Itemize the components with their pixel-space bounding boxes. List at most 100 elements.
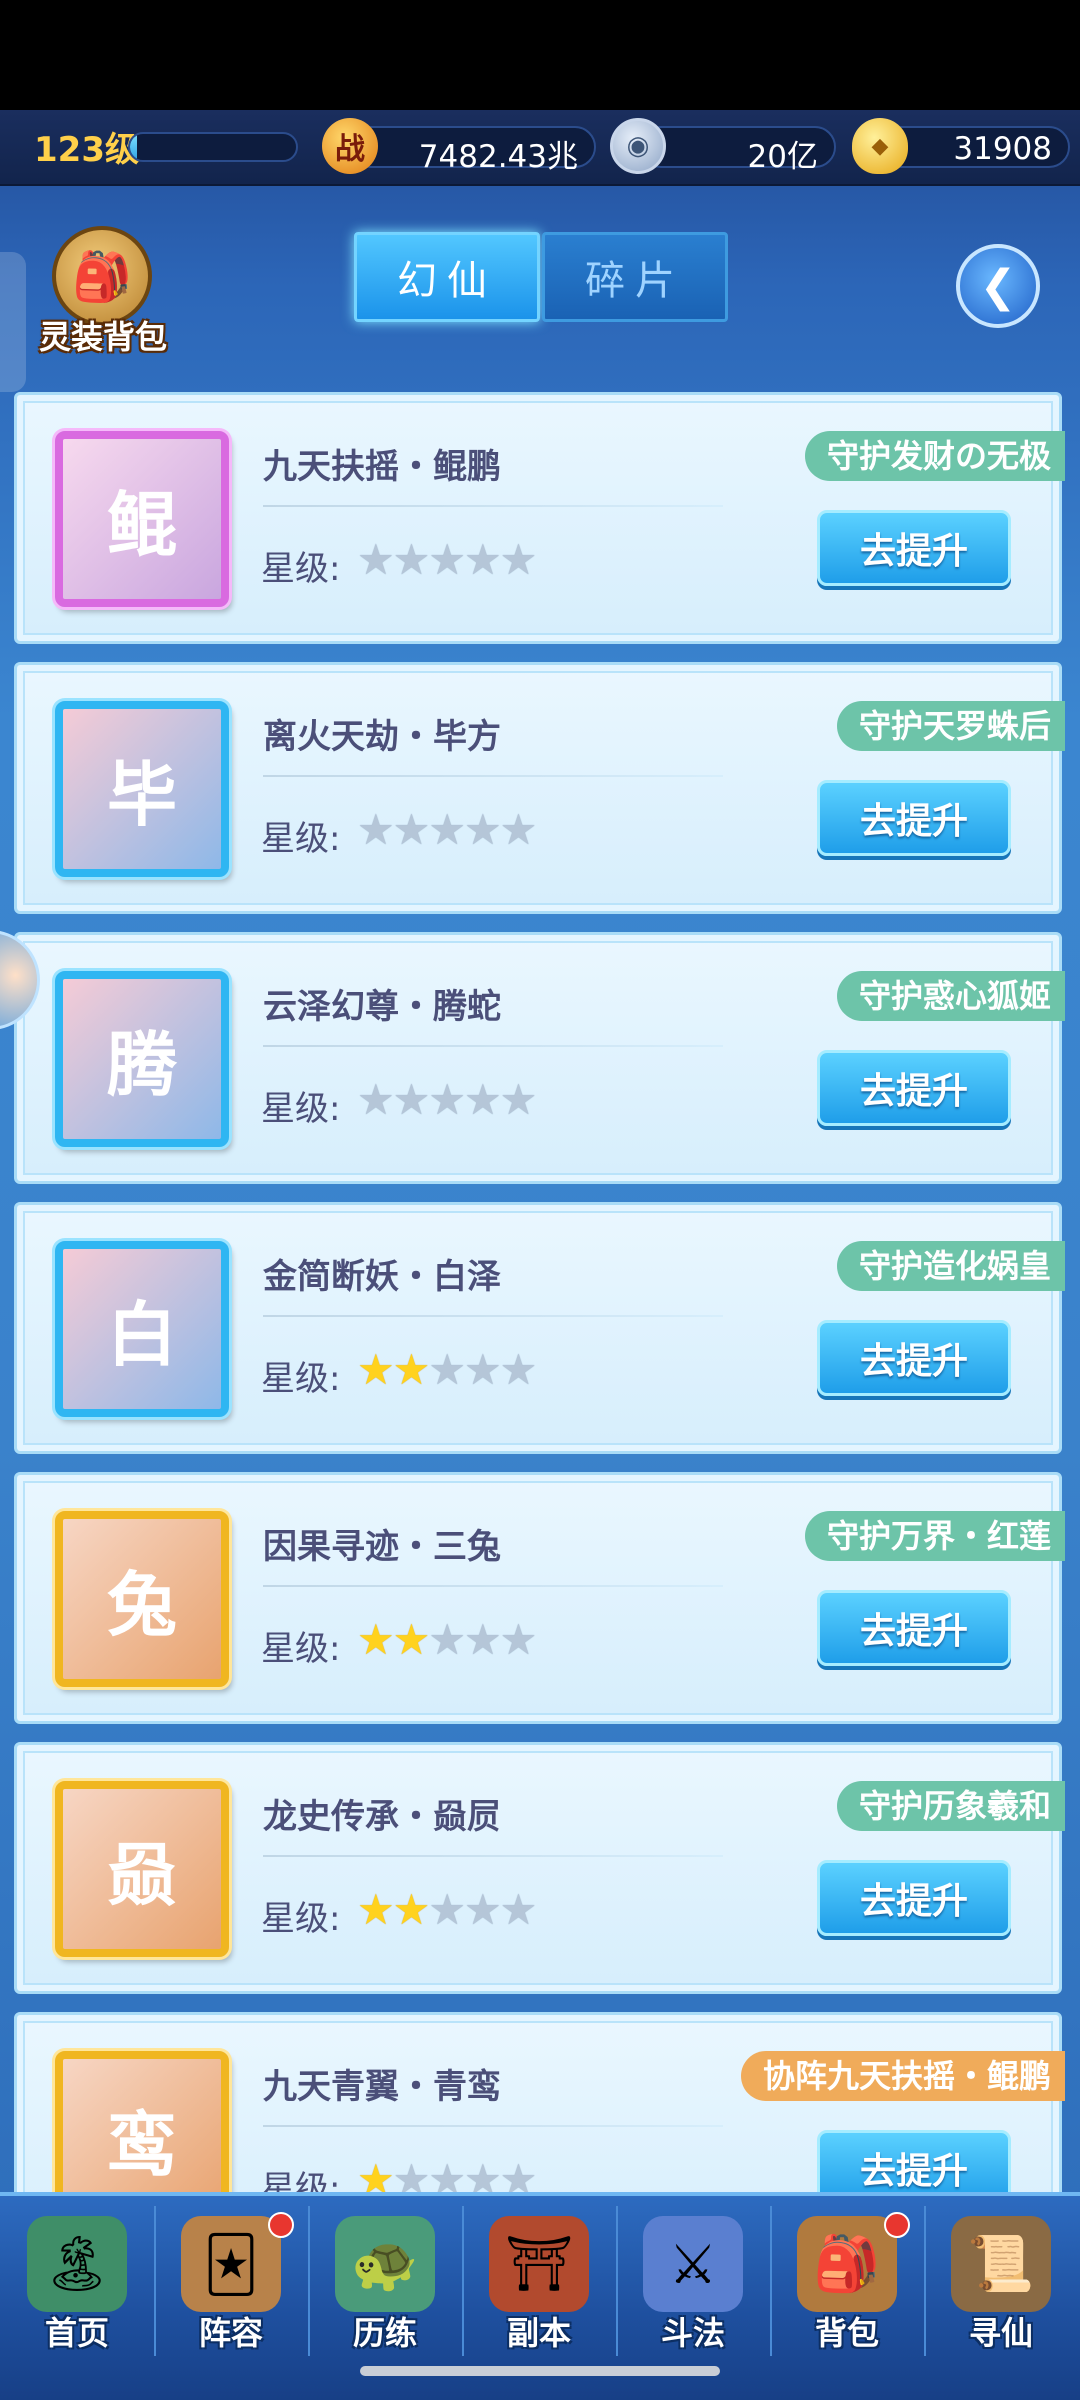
power-value: 7482.43兆 xyxy=(418,139,578,175)
side-handle[interactable] xyxy=(0,252,26,392)
nav-separator xyxy=(308,2206,310,2356)
star-empty-icon: ★ xyxy=(499,805,538,854)
star-rating: ★★★★★ xyxy=(357,535,538,584)
nav-item-turtle[interactable]: 🐢 历练 xyxy=(308,2196,462,2360)
upgrade-button[interactable]: 去提升 xyxy=(817,1050,1011,1126)
backpack-icon: 🎒 xyxy=(797,2216,897,2312)
spirit-name: 九天青翼・青鸾 xyxy=(263,2067,501,2107)
nav-label: 寻仙 xyxy=(968,2314,1033,2352)
star-level-label: 星级: xyxy=(261,1629,341,1669)
notification-badge xyxy=(268,2212,294,2238)
divider xyxy=(263,1045,723,1047)
upgrade-button[interactable]: 去提升 xyxy=(817,1320,1011,1396)
nav-label: 首页 xyxy=(44,2314,109,2352)
spirit-portrait[interactable]: 赑 xyxy=(55,1781,229,1957)
star-empty-icon: ★ xyxy=(499,1885,538,1934)
star-empty-icon: ★ xyxy=(428,1885,466,1934)
coin-icon: ◉ xyxy=(610,118,666,174)
nav-item-cards[interactable]: 🃏 阵容 xyxy=(154,2196,308,2360)
star-empty-icon: ★ xyxy=(499,1615,538,1664)
guard-tag: 守护天罗蛛后 xyxy=(836,701,1065,751)
gate-icon: ⛩ xyxy=(489,2216,589,2312)
spirit-name: 因果寻迹・三兔 xyxy=(263,1527,501,1567)
spirit-portrait[interactable]: 兔 xyxy=(55,1511,229,1687)
star-rating: ★★★★★ xyxy=(357,805,538,854)
power-display: 7482.43兆 xyxy=(350,126,596,175)
nav-item-backpack[interactable]: 🎒 背包 xyxy=(770,2196,924,2360)
star-filled-icon: ★ xyxy=(392,1615,431,1664)
spirit-name: 离火天劫・毕方 xyxy=(263,717,501,757)
guard-tag: 守护历象羲和 xyxy=(836,1781,1065,1831)
star-rating: ★★★★★ xyxy=(357,1075,537,1124)
spirit-card: 鲲 九天扶摇・鲲鹏 星级: ★★★★★ 守护发财の无极 去提升 xyxy=(14,392,1065,644)
nav-item-scroll[interactable]: 📜 寻仙 xyxy=(924,2196,1078,2360)
star-empty-icon: ★ xyxy=(428,805,466,854)
app-root: 123级 7482.43兆 战 20亿 ◉ 31908 ◆ 🎒 灵装背包 幻仙 … xyxy=(0,0,1080,2400)
star-filled-icon: ★ xyxy=(357,1885,395,1934)
nav-label: 阵容 xyxy=(198,2314,263,2352)
turtle-icon: 🐢 xyxy=(335,2216,435,2312)
xp-bar-fill xyxy=(130,134,137,160)
spirit-portrait[interactable]: 鲲 xyxy=(55,431,229,607)
cards-icon: 🃏 xyxy=(181,2216,281,2312)
star-filled-icon: ★ xyxy=(357,1345,395,1394)
resource-bar: 123级 7482.43兆 战 20亿 ◉ 31908 ◆ xyxy=(0,110,1080,186)
spirit-name: 云泽幻尊・腾蛇 xyxy=(263,987,501,1027)
home-island-icon: 🏝 xyxy=(27,2216,127,2312)
divider xyxy=(263,505,723,507)
nav-label: 历练 xyxy=(352,2314,417,2352)
nav-label: 副本 xyxy=(506,2314,571,2352)
spirit-name: 九天扶摇・鲲鹏 xyxy=(263,447,501,487)
star-empty-icon: ★ xyxy=(499,535,538,584)
upgrade-button[interactable]: 去提升 xyxy=(817,1590,1011,1666)
star-empty-icon: ★ xyxy=(357,1075,395,1124)
star-rating: ★★★★★ xyxy=(357,1615,538,1664)
coin-display[interactable]: 20亿 xyxy=(640,126,836,175)
nav-label: 背包 xyxy=(814,2314,879,2352)
nav-item-swords[interactable]: ⚔ 斗法 xyxy=(616,2196,770,2360)
divider xyxy=(263,1855,723,1857)
tab-fragments[interactable]: 碎片 xyxy=(542,232,728,322)
swords-icon: ⚔ xyxy=(643,2216,743,2312)
nav-item-gate[interactable]: ⛩ 副本 xyxy=(462,2196,616,2360)
player-level: 123级 xyxy=(34,130,139,170)
star-empty-icon: ★ xyxy=(463,1345,502,1394)
spirit-card: 白 金简断妖・白泽 星级: ★★★★★ 守护造化娲皇 去提升 xyxy=(14,1202,1065,1454)
status-bar xyxy=(0,0,1080,110)
star-empty-icon: ★ xyxy=(499,1345,538,1394)
notification-badge xyxy=(884,2212,910,2238)
star-level-label: 星级: xyxy=(261,549,341,589)
gold-display[interactable]: 31908 xyxy=(880,126,1070,168)
back-button[interactable]: ❮ xyxy=(956,244,1040,328)
star-level-label: 星级: xyxy=(261,819,341,859)
spirit-name: 金简断妖・白泽 xyxy=(263,1257,501,1297)
guard-tag: 协阵九天扶摇・鲲鹏 xyxy=(740,2051,1065,2101)
equipment-bag-label: 灵装背包 xyxy=(38,318,167,356)
nav-label: 斗法 xyxy=(660,2314,725,2352)
guard-tag: 守护造化娲皇 xyxy=(836,1241,1065,1291)
star-empty-icon: ★ xyxy=(428,1345,466,1394)
spirit-portrait[interactable]: 毕 xyxy=(55,701,229,877)
tab-huanxian[interactable]: 幻仙 xyxy=(354,232,540,322)
star-filled-icon: ★ xyxy=(392,1345,431,1394)
system-home-indicator[interactable] xyxy=(360,2366,720,2376)
battle-power-icon: 战 xyxy=(322,118,378,174)
spirit-portrait[interactable]: 白 xyxy=(55,1241,229,1417)
star-level-label: 星级: xyxy=(261,1359,341,1399)
upgrade-button[interactable]: 去提升 xyxy=(817,780,1011,856)
xp-bar xyxy=(128,132,298,162)
star-rating: ★★★★★ xyxy=(357,1885,538,1934)
spirit-list: 鲲 九天扶摇・鲲鹏 星级: ★★★★★ 守护发财の无极 去提升 毕 离火天劫・毕… xyxy=(14,392,1065,2282)
gold-value: 31908 xyxy=(953,131,1052,167)
star-empty-icon: ★ xyxy=(463,1615,502,1664)
spirit-card: 赑 龙史传承・赑屃 星级: ★★★★★ 守护历象羲和 去提升 xyxy=(14,1742,1065,1994)
spirit-portrait[interactable]: 腾 xyxy=(55,971,229,1147)
nav-separator xyxy=(462,2206,464,2356)
spirit-card: 腾 云泽幻尊・腾蛇 星级: ★★★★★ 守护惑心狐姬 去提升 xyxy=(14,932,1065,1184)
star-empty-icon: ★ xyxy=(428,1075,466,1124)
equipment-bag-button[interactable]: 🎒 灵装背包 xyxy=(28,226,178,356)
upgrade-button[interactable]: 去提升 xyxy=(817,510,1011,586)
star-empty-icon: ★ xyxy=(463,1885,502,1934)
nav-item-home-island[interactable]: 🏝 首页 xyxy=(0,2196,154,2360)
upgrade-button[interactable]: 去提升 xyxy=(817,1860,1011,1936)
